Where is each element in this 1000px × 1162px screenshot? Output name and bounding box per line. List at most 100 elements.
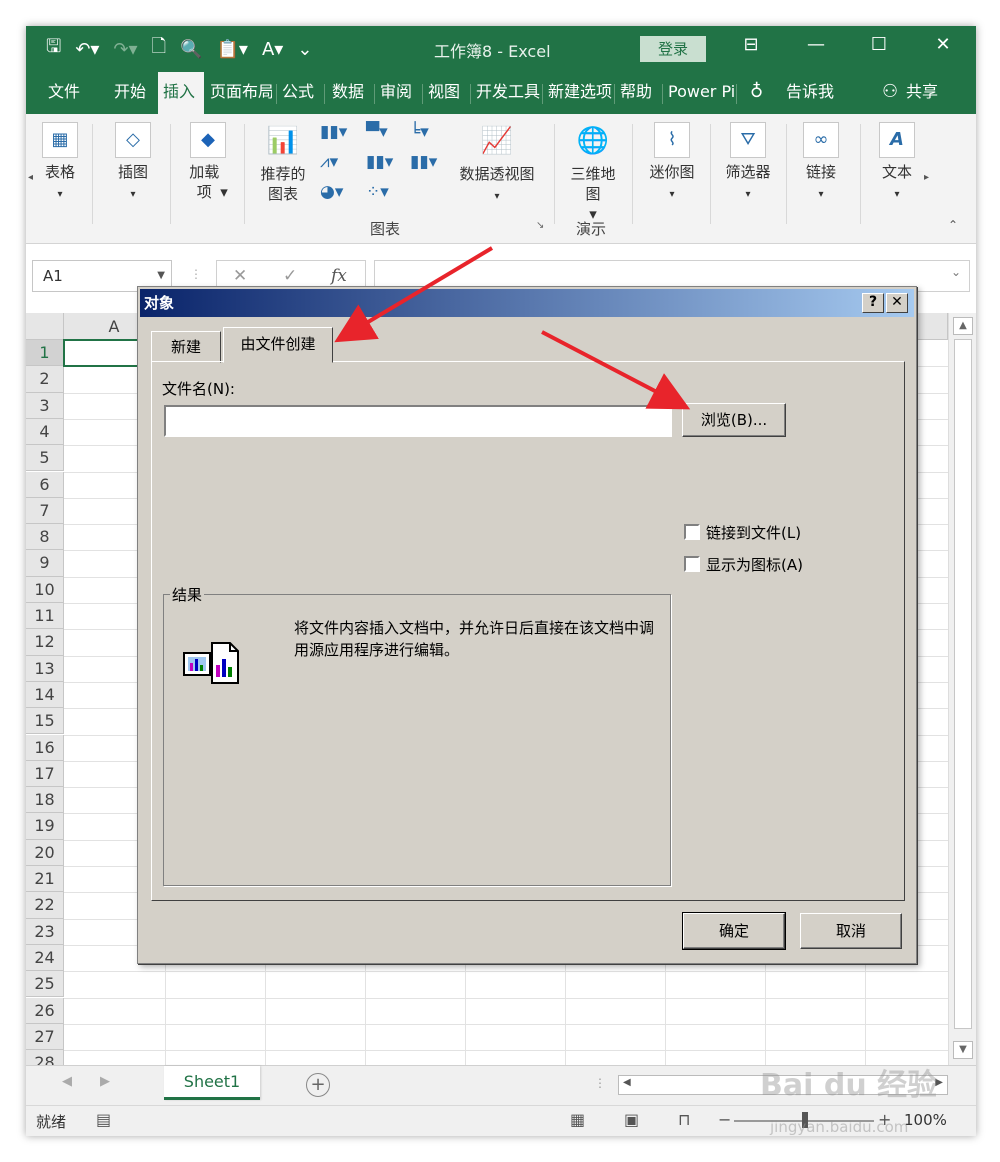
scroll-up-icon[interactable]: ▲ xyxy=(953,317,973,335)
hierarchy-chart-icon[interactable]: ▀▾ xyxy=(366,122,388,142)
row-header[interactable]: 7 xyxy=(26,497,64,525)
prev-sheet-icon[interactable]: ◀ xyxy=(62,1074,72,1089)
tab-power-pivot[interactable]: Power Pivot xyxy=(668,72,734,114)
row-header[interactable]: 25 xyxy=(26,971,64,998)
tab-create-new[interactable]: 新建 xyxy=(151,331,221,363)
print-preview-icon[interactable]: 🔍 xyxy=(180,39,202,60)
maximize-icon[interactable]: ☐ xyxy=(864,34,894,55)
cancel-button[interactable]: 取消 xyxy=(800,913,902,949)
page-break-view-icon[interactable]: ⊓ xyxy=(678,1110,690,1129)
save-icon[interactable]: 🖫 xyxy=(46,34,61,64)
illustrations-button[interactable]: ◇ 插图 ▾ xyxy=(110,122,156,205)
row-header[interactable]: 23 xyxy=(26,918,64,945)
row-header[interactable]: 3 xyxy=(26,392,64,419)
addins-button[interactable]: ◆ 加载项 ▾ xyxy=(186,122,230,202)
display-as-icon-checkbox[interactable] xyxy=(684,556,700,572)
pie-chart-icon[interactable]: ◕▾ xyxy=(320,182,343,202)
link-to-file-checkbox[interactable] xyxy=(684,524,700,540)
scroll-left-icon[interactable]: ◀ xyxy=(623,1077,631,1088)
recommended-charts-button[interactable]: 📊 推荐的图表 xyxy=(258,124,308,204)
tab-data[interactable]: 数据 xyxy=(332,72,368,114)
dialog-close-icon[interactable]: ✕ xyxy=(886,293,908,313)
row-header[interactable]: 19 xyxy=(26,813,64,840)
close-icon[interactable]: ✕ xyxy=(928,34,958,55)
row-header[interactable]: 4 xyxy=(26,418,64,446)
row-header[interactable]: 27 xyxy=(26,1023,64,1051)
login-button[interactable]: 登录 xyxy=(640,36,706,62)
next-sheet-icon[interactable]: ▶ xyxy=(100,1074,110,1089)
column-chart-icon[interactable]: ▮▮▾ xyxy=(320,122,347,142)
zoom-level[interactable]: 100% xyxy=(904,1111,947,1129)
tab-developer[interactable]: 开发工具 xyxy=(476,72,540,114)
ok-button[interactable]: 确定 xyxy=(682,912,786,950)
vertical-scrollbar[interactable]: ▲ ▼ xyxy=(948,313,976,1065)
row-header[interactable]: 6 xyxy=(26,471,64,498)
text-button[interactable]: A 文本 ▾ xyxy=(874,122,920,205)
filters-button[interactable]: ⛛ 筛选器 ▾ xyxy=(718,122,778,205)
ribbon-scroll-right-icon[interactable]: ▸ xyxy=(924,172,929,183)
row-header[interactable]: 2 xyxy=(26,366,64,393)
macro-record-icon[interactable]: ▤ xyxy=(96,1110,111,1129)
page-layout-view-icon[interactable]: ▣ xyxy=(624,1110,639,1129)
row-header[interactable]: 9 xyxy=(26,550,64,577)
row-header[interactable]: 15 xyxy=(26,708,64,735)
tab-view[interactable]: 视图 xyxy=(428,72,464,114)
combo-chart-icon[interactable]: ▮▮▾ xyxy=(410,152,437,172)
sparklines-button[interactable]: ⌇ 迷你图 ▾ xyxy=(644,122,700,205)
redo-icon[interactable]: ↷▾ xyxy=(113,39,137,60)
ribbon-scroll-left-icon[interactable]: ◂ xyxy=(28,172,33,183)
line-chart-icon[interactable]: ⩘▾ xyxy=(320,152,338,172)
row-header[interactable]: 26 xyxy=(26,997,64,1024)
row-header[interactable]: 21 xyxy=(26,866,64,893)
row-header[interactable]: 20 xyxy=(26,839,64,866)
vertical-scroll-thumb[interactable] xyxy=(954,339,972,1029)
table-button[interactable]: ▦ 表格 ▾ xyxy=(40,122,80,205)
minimize-icon[interactable]: — xyxy=(801,34,831,55)
row-header[interactable]: 5 xyxy=(26,445,64,472)
tab-new-tab[interactable]: 新建选项卡 xyxy=(548,72,612,114)
waterfall-chart-icon[interactable]: ╘▾ xyxy=(410,122,429,142)
paste-icon[interactable]: 📋▾ xyxy=(217,39,248,60)
new-document-icon[interactable]: 🗋 xyxy=(152,34,166,64)
share-button[interactable]: 共享 xyxy=(906,72,946,114)
tab-insert[interactable]: 插入 xyxy=(158,72,204,116)
tab-home[interactable]: 开始 xyxy=(114,72,150,114)
filename-input[interactable] xyxy=(164,405,672,437)
row-header[interactable]: 12 xyxy=(26,629,64,656)
undo-icon[interactable]: ↶▾ xyxy=(75,39,99,60)
row-header[interactable]: 18 xyxy=(26,787,64,814)
row-header[interactable]: 11 xyxy=(26,603,64,630)
tab-file[interactable]: 文件 xyxy=(48,72,88,114)
row-header[interactable]: 1 xyxy=(26,340,64,367)
row-header[interactable]: 14 xyxy=(26,681,64,709)
row-header[interactable]: 24 xyxy=(26,944,64,972)
select-all-corner[interactable] xyxy=(26,313,64,340)
tab-formulas[interactable]: 公式 xyxy=(282,72,318,114)
row-header[interactable]: 17 xyxy=(26,760,64,788)
lightbulb-icon[interactable]: ♁ xyxy=(750,72,770,114)
expand-formula-icon[interactable]: ⌄ xyxy=(951,265,961,279)
tab-page-layout[interactable]: 页面布局 xyxy=(210,72,272,114)
row-header[interactable]: 22 xyxy=(26,892,64,919)
ribbon-display-icon[interactable]: ⊟ xyxy=(736,34,766,55)
map3d-button[interactable]: 🌐 三维地图▾ xyxy=(566,124,620,224)
help-icon[interactable]: ? xyxy=(862,293,884,313)
tab-help[interactable]: 帮助 xyxy=(620,72,656,114)
add-sheet-button[interactable]: + xyxy=(306,1073,330,1097)
scatter-chart-icon[interactable]: ⁘▾ xyxy=(366,182,389,202)
statistic-chart-icon[interactable]: ▮▮▾ xyxy=(366,152,393,172)
sheet-tab-sheet1[interactable]: Sheet1 xyxy=(164,1066,260,1100)
row-header[interactable]: 28 xyxy=(26,1050,64,1065)
normal-view-icon[interactable]: ▦ xyxy=(570,1110,585,1129)
row-header[interactable]: 8 xyxy=(26,524,64,551)
browse-button[interactable]: 浏览(B)... xyxy=(682,403,786,437)
row-header[interactable]: 10 xyxy=(26,576,64,603)
row-header[interactable]: 13 xyxy=(26,655,64,682)
scroll-down-icon[interactable]: ▼ xyxy=(953,1041,973,1059)
display-as-icon-label[interactable]: 显示为图标(A) xyxy=(706,554,803,575)
link-button[interactable]: ∞ 链接 ▾ xyxy=(798,122,844,205)
share-user-icon[interactable]: ⚇ xyxy=(882,72,904,114)
font-color-icon[interactable]: A▾ xyxy=(262,39,283,60)
collapse-ribbon-icon[interactable]: ⌃ xyxy=(948,218,958,232)
zoom-out-icon[interactable]: − xyxy=(718,1110,731,1129)
